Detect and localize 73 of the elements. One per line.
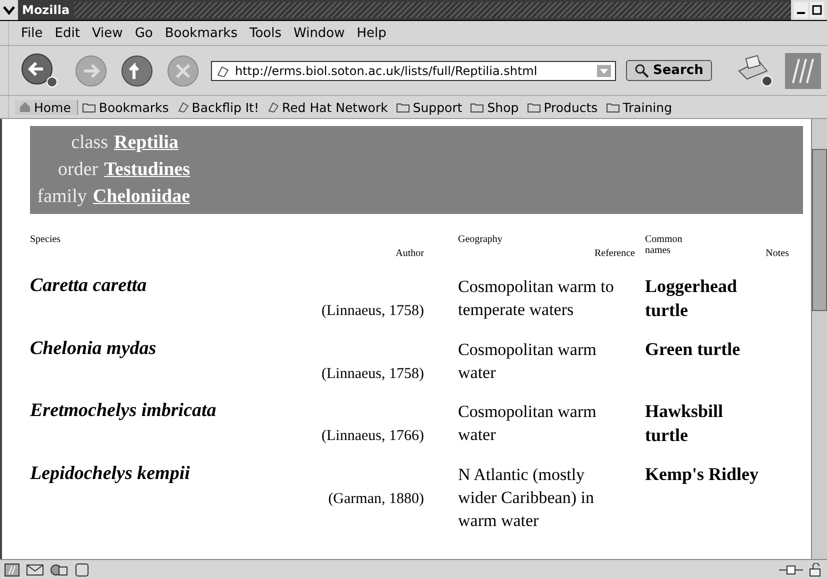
bookmark-icon [266, 101, 279, 113]
column-header: Author [396, 248, 425, 259]
geography-text: N Atlantic (mostly wider Caribbean) in warm water [458, 464, 595, 532]
bookmark-item[interactable]: Products [522, 100, 602, 114]
menu-item[interactable]: View [86, 26, 129, 40]
composer-icon[interactable] [74, 562, 90, 576]
stop-button[interactable] [165, 52, 201, 88]
rank-label: order [57, 159, 98, 181]
bookmark-icon [216, 64, 230, 76]
author-text: (Linnaeus, 1758) [322, 366, 425, 383]
species-name: Lepidochelys kempii [30, 463, 191, 485]
menu-item[interactable]: File [15, 26, 49, 40]
menu-item[interactable]: Help [350, 26, 392, 40]
menu-item[interactable]: Edit [48, 26, 86, 40]
mail-icon[interactable] [26, 562, 44, 576]
geography-text: Cosmopolitan warm water [458, 401, 598, 446]
padlock-icon [809, 562, 823, 576]
common-name: Green turtle [645, 339, 740, 359]
house-icon [19, 101, 31, 113]
reload-button[interactable] [119, 52, 155, 88]
geography-text: Cosmopolitan warm to temperate waters [458, 276, 615, 321]
common-name: Hawksbill turtle [645, 401, 724, 445]
bookmark-icon [176, 101, 189, 113]
folder-icon [396, 102, 410, 112]
menu-item[interactable]: Go [128, 26, 159, 40]
author-text: (Garman, 1880) [328, 491, 425, 508]
window-menu-icon[interactable] [0, 0, 18, 20]
column-header: Notes [766, 248, 790, 259]
folder-icon [82, 102, 96, 112]
bookmark-item[interactable]: Home [15, 100, 78, 114]
address-field[interactable]: http://erms.biol.soton.ac.uk/lists/full/Reptilia.shtml [211, 60, 616, 80]
mozilla-logo-icon [785, 52, 821, 88]
folder-icon [526, 102, 541, 112]
forward-button[interactable] [73, 52, 109, 88]
bookmark-item[interactable]: Support [392, 100, 466, 114]
menu-item[interactable]: Tools [243, 26, 288, 40]
folder-icon [606, 102, 620, 112]
taxon-link[interactable]: Testudines [104, 159, 190, 181]
minimize-icon [797, 12, 805, 14]
common-name: Kemp's Ridley [645, 464, 759, 484]
scrollbar[interactable] [811, 119, 827, 559]
bookmark-item[interactable]: Bookmarks [78, 100, 173, 114]
menu-item[interactable]: Bookmarks [158, 26, 244, 40]
column-header: Common names [645, 234, 684, 256]
search-button[interactable]: Search [626, 60, 712, 81]
column-header: Reference [594, 248, 636, 259]
bookmark-item[interactable]: Red Hat Network [262, 100, 392, 114]
navigator-icon[interactable] [4, 562, 20, 576]
column-header: Geography [458, 234, 504, 245]
maximize-button[interactable] [810, 2, 824, 18]
connection-icon [779, 564, 803, 576]
column-header: Species [30, 234, 62, 245]
rank-label: class [70, 132, 108, 154]
taxon-link[interactable]: Reptilia [114, 132, 178, 154]
taxon-link[interactable]: Cheloniidae [92, 186, 190, 208]
folder-icon [470, 102, 484, 112]
species-name: Caretta caretta [30, 275, 148, 297]
menu-item[interactable]: Window [288, 26, 351, 40]
search-icon [635, 64, 649, 78]
maximize-icon [812, 5, 822, 15]
bookmark-item[interactable]: Training [602, 100, 676, 114]
species-name: Chelonia mydas [30, 338, 158, 360]
author-text: (Linnaeus, 1758) [322, 303, 425, 320]
geography-text: Cosmopolitan warm water [458, 339, 598, 384]
window-title: Mozilla [21, 3, 71, 17]
bookmark-item[interactable]: Shop [466, 100, 523, 114]
species-name: Eretmochelys imbricata [30, 400, 218, 422]
common-name: Loggerhead turtle [645, 276, 737, 320]
author-text: (Linnaeus, 1766) [322, 428, 425, 445]
minimize-button[interactable] [794, 2, 808, 18]
chat-icon[interactable] [50, 562, 68, 576]
rank-label: family [36, 186, 87, 208]
bookmark-item[interactable]: Backflip It! [172, 100, 263, 114]
